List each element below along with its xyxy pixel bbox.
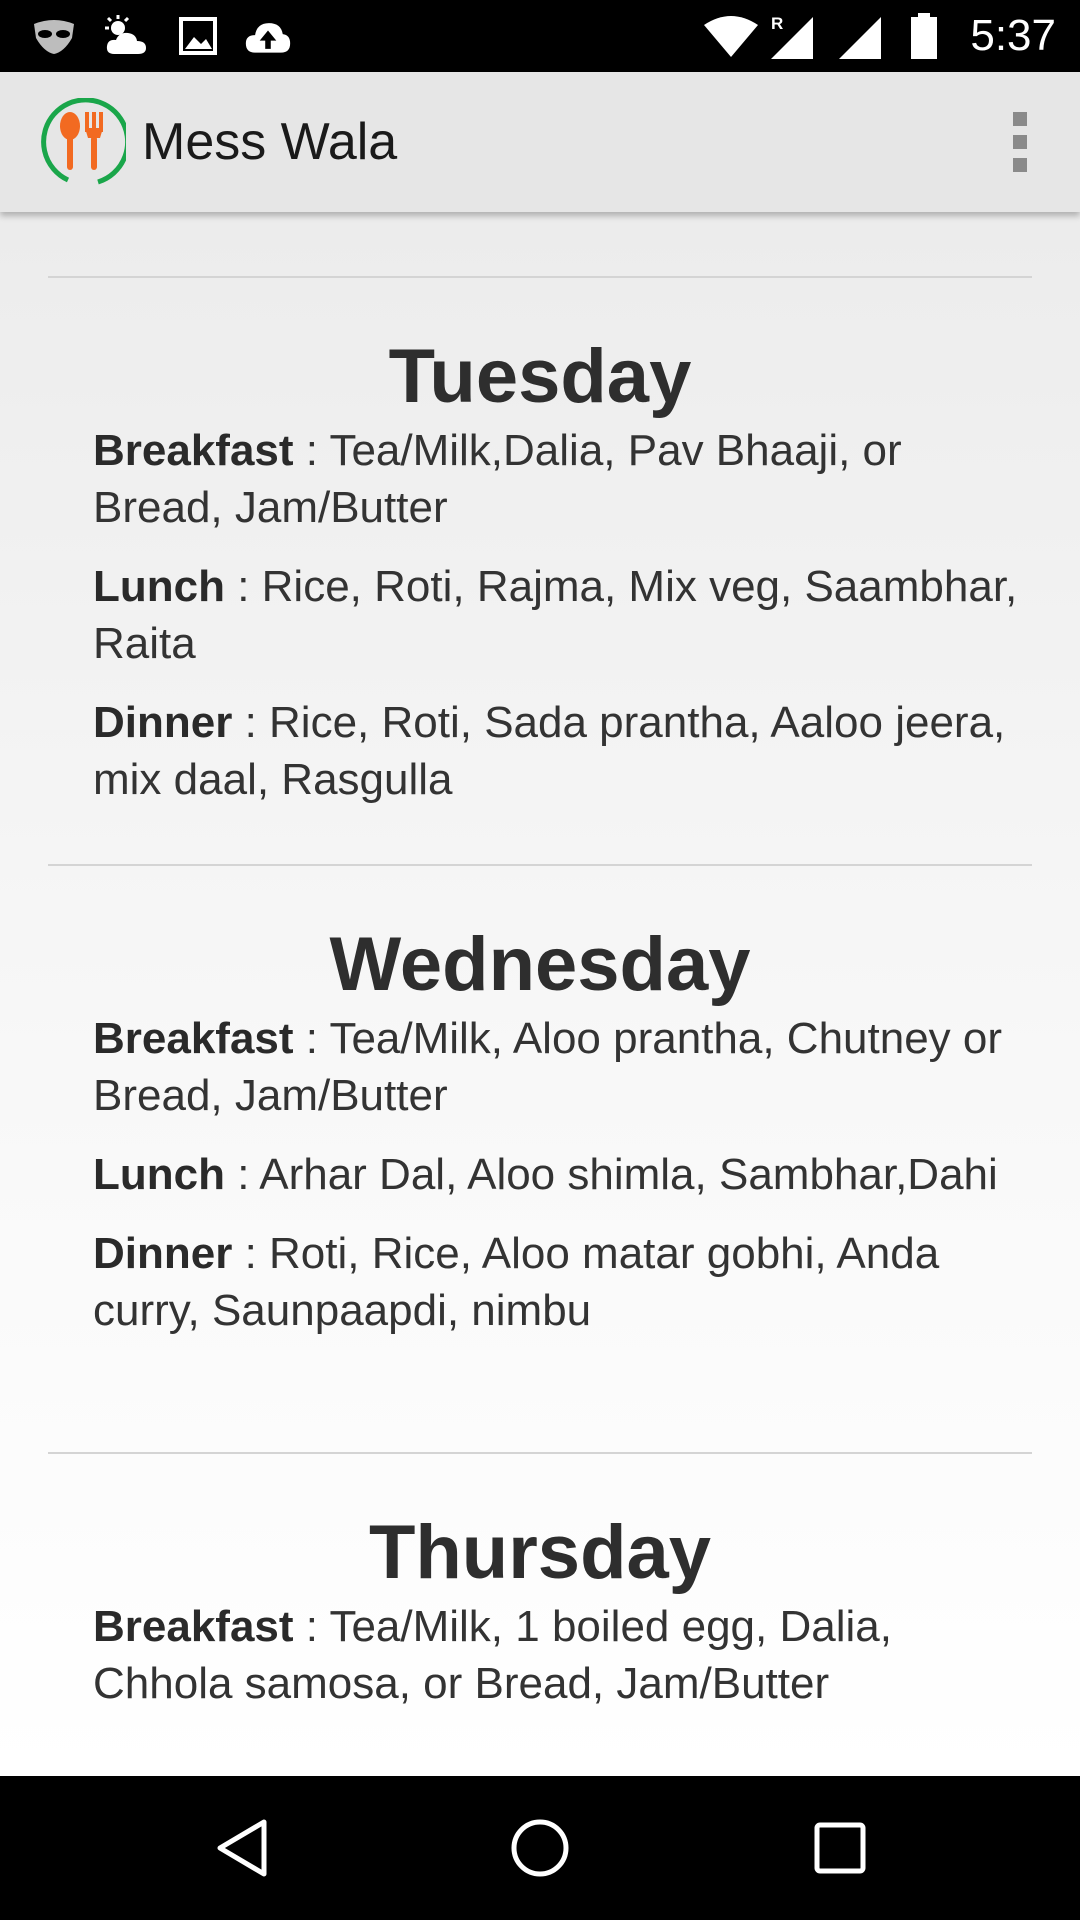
meal-label: Breakfast [93,1014,294,1063]
weather-cloud-sun-icon [102,14,150,58]
home-icon[interactable] [500,1808,580,1888]
meal-lunch: Lunch : Arhar Dal, Aloo shimla, Sambhar,… [93,1146,1020,1203]
image-icon [174,14,222,58]
divider [48,1452,1032,1454]
app-bar: Mess Wala [0,72,1080,212]
meal-label: Breakfast [93,426,294,475]
divider [48,276,1032,278]
menu-dot [1013,135,1027,149]
wifi-icon [704,14,758,58]
battery-icon [904,13,944,59]
meal-label: Lunch [93,1150,225,1199]
overflow-menu-icon[interactable] [1000,108,1040,176]
app-title: Mess Wala [142,113,398,171]
meal-dinner: Dinner : Roti, Rice, Aloo matar gobhi, A… [93,1225,1020,1339]
navigation-bar [0,1776,1080,1920]
signal-icon [836,14,884,59]
day-card-wednesday: Wednesday Breakfast : Tea/Milk, Aloo pra… [0,920,1080,1361]
cloud-upload-icon [244,14,292,58]
svg-text:R: R [771,14,783,33]
day-card-thursday: Thursday Breakfast : Tea/Milk, 1 boiled … [0,1508,1080,1734]
meal-breakfast: Breakfast : Tea/Milk,Dalia, Pav Bhaaji, … [93,422,1020,536]
back-icon[interactable] [202,1808,282,1888]
meal-items: : Arhar Dal, Aloo shimla, Sambhar,Dahi [224,1150,998,1199]
status-bar: R 5:37 [0,0,1080,72]
meal-breakfast: Breakfast : Tea/Milk, 1 boiled egg, Dali… [93,1598,1020,1712]
day-title: Tuesday [388,334,692,419]
spoon-fork-logo-icon [38,97,131,186]
meal-label: Dinner [93,698,233,747]
meal-items: : Rice, Roti, Rajma, Mix veg, Saambhar, … [93,562,1018,668]
incognito-mask-icon [30,14,78,58]
divider [48,864,1032,866]
menu-dot [1013,112,1027,126]
status-time: 5:37 [970,11,1056,60]
menu-list[interactable]: Tuesday Breakfast : Tea/Milk,Dalia, Pav … [0,212,1080,1776]
meal-dinner: Dinner : Rice, Roti, Sada prantha, Aaloo… [93,694,1020,808]
meal-label: Breakfast [93,1602,294,1651]
meal-breakfast: Breakfast : Tea/Milk, Aloo prantha, Chut… [93,1010,1020,1124]
menu-dot [1013,158,1027,172]
day-title: Wednesday [329,922,751,1007]
signal-roaming-icon: R [768,14,816,59]
day-card-tuesday: Tuesday Breakfast : Tea/Milk,Dalia, Pav … [0,332,1080,830]
meal-lunch: Lunch : Rice, Roti, Rajma, Mix veg, Saam… [93,558,1020,672]
recents-icon[interactable] [800,1808,880,1888]
meal-label: Lunch [93,562,225,611]
meal-label: Dinner [93,1229,233,1278]
day-title: Thursday [368,1510,712,1595]
